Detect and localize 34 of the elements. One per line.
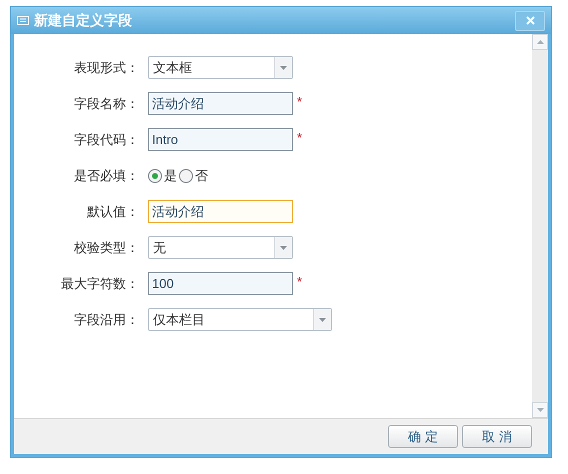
dialog-button[interactable]: 取 消 <box>462 425 532 448</box>
dropdown-value: 文本框 <box>152 58 193 77</box>
field-label: 字段代码： <box>73 130 139 149</box>
radio-option[interactable]: 否 <box>179 166 208 186</box>
field-label: 是否必填： <box>73 166 139 185</box>
window-icon <box>17 16 29 25</box>
input-field[interactable]: 活动介绍 <box>148 92 293 115</box>
scrollbar[interactable] <box>532 34 548 418</box>
dropdown-value: 仅本栏目 <box>152 310 206 329</box>
dropdown[interactable]: 无 <box>148 236 293 259</box>
required-mark: * <box>297 129 302 147</box>
dropdown[interactable]: 文本框 <box>148 56 293 79</box>
radio-button[interactable] <box>148 168 162 182</box>
radio-button[interactable] <box>179 168 193 182</box>
field-label: 最大字符数： <box>60 274 139 293</box>
required-mark: * <box>297 93 302 111</box>
input-field[interactable]: 100 <box>148 272 293 295</box>
field-label: 默认值： <box>86 202 139 221</box>
input-field[interactable]: 活动介绍 <box>148 200 293 223</box>
close-icon <box>526 16 534 25</box>
scroll-up-icon[interactable] <box>532 34 548 50</box>
field-label: 字段沿用： <box>73 310 139 329</box>
window-title: 新建自定义字段 <box>34 11 132 30</box>
dropdown[interactable]: 仅本栏目 <box>148 308 332 331</box>
field-label: 表现形式： <box>73 58 139 77</box>
field-label: 字段名称： <box>73 94 139 113</box>
close-button[interactable] <box>515 10 545 30</box>
required-mark: * <box>297 273 302 291</box>
dialog-button[interactable]: 确 定 <box>388 425 458 448</box>
scroll-down-icon[interactable] <box>532 402 548 418</box>
field-label: 校验类型： <box>73 238 139 257</box>
radio-option[interactable]: 是 <box>148 166 177 186</box>
dropdown-value: 无 <box>152 238 167 257</box>
input-field[interactable]: Intro <box>148 128 293 151</box>
